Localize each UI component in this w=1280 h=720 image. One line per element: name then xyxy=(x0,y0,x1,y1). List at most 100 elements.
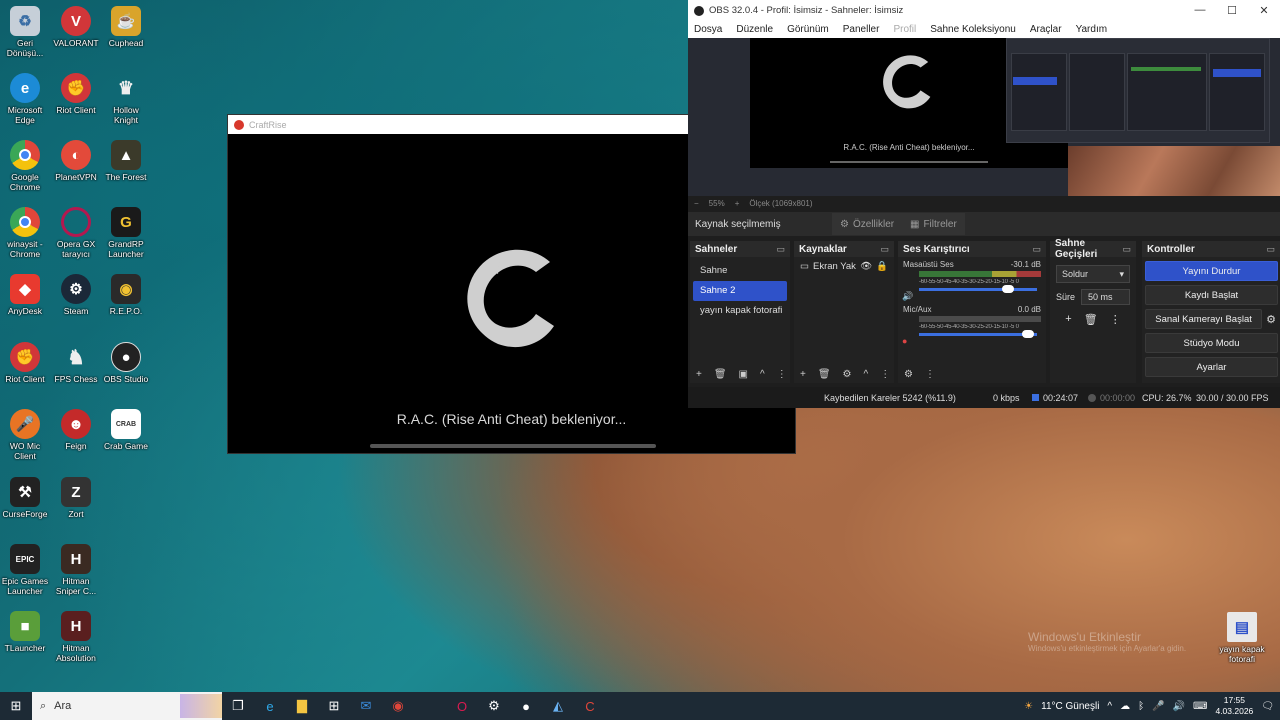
start-recording-button[interactable]: Kaydı Başlat xyxy=(1145,285,1278,305)
lock-icon[interactable]: 🔒 xyxy=(876,261,888,272)
properties-button[interactable]: ⚙ Özellikler xyxy=(832,213,903,235)
add-icon[interactable]: + xyxy=(1065,313,1071,326)
language-icon[interactable]: ⌨ xyxy=(1193,701,1207,712)
steam-icon[interactable]: ⚙ xyxy=(478,692,510,720)
dock-options-icon[interactable]: ▭ xyxy=(1122,244,1131,255)
minimize-button[interactable]: — xyxy=(1184,4,1216,17)
slider-knob[interactable] xyxy=(1002,285,1014,293)
dock-options-icon[interactable]: ▭ xyxy=(1266,244,1275,255)
speaker-icon[interactable]: 🔊 xyxy=(902,291,913,302)
desktop-icon-grandrp[interactable]: G GrandRP Launcher xyxy=(101,205,151,269)
trash-icon[interactable]: 🗑 xyxy=(714,369,727,380)
desktop-icon-riot-client[interactable]: ✊ Riot Client xyxy=(0,340,50,404)
more-icon[interactable]: ⋮ xyxy=(925,369,935,380)
desktop-icon-anydesk[interactable]: ◆ AnyDesk xyxy=(0,272,50,336)
add-icon[interactable]: + xyxy=(800,369,806,380)
volume-slider[interactable] xyxy=(919,330,1037,338)
transition-type-select[interactable]: Soldur ▾ xyxy=(1056,265,1130,283)
notifications-icon[interactable]: 🗨 xyxy=(1261,701,1274,712)
edge-icon[interactable]: e xyxy=(254,692,286,720)
zoom-out-button[interactable]: − xyxy=(694,199,699,208)
chrome-icon[interactable]: ◉ xyxy=(382,692,414,720)
filter-icon[interactable]: ▣ xyxy=(739,369,748,380)
craftrise-taskbar-icon[interactable]: C xyxy=(574,692,606,720)
desktop-icon-fps-chess[interactable]: ♞ FPS Chess xyxy=(51,340,101,404)
weather-text[interactable]: 11°C Güneşli xyxy=(1041,701,1099,712)
gear-icon[interactable]: ⚙ xyxy=(843,369,852,380)
desktop-icon-chrome[interactable]: Google Chrome xyxy=(0,138,50,202)
menu-profil[interactable]: Profil xyxy=(893,24,916,35)
trash-icon[interactable]: 🗑 xyxy=(1084,313,1098,326)
desktop-icon-riot-client-2[interactable]: ✊ Riot Client xyxy=(51,71,101,135)
taskbar-search[interactable]: ⌕ Ara xyxy=(32,692,222,720)
desktop-icon-wo-mic[interactable]: 🎤 WO Mic Client xyxy=(0,407,50,471)
menu-gorunum[interactable]: Görünüm xyxy=(787,24,829,35)
muted-mic-icon[interactable]: ● xyxy=(902,336,907,346)
start-virtual-camera-button[interactable]: Sanal Kamerayı Başlat xyxy=(1145,309,1263,329)
slider-knob[interactable] xyxy=(1022,330,1034,338)
move-up-icon[interactable]: ^ xyxy=(760,369,765,380)
more-icon[interactable]: ⋮ xyxy=(777,369,787,380)
desktop-icon-steam[interactable]: ⚙ Steam xyxy=(51,272,101,336)
settings-button[interactable]: Ayarlar xyxy=(1145,357,1278,377)
desktop-icon-planetvpn[interactable]: ◐ PlanetVPN xyxy=(51,138,101,202)
obs-window[interactable]: OBS 32.0.4 - Profil: İsimsiz - Sahneler:… xyxy=(688,0,1280,408)
dock-options-icon[interactable]: ▭ xyxy=(880,244,889,255)
game-launcher-icon[interactable]: ◭ xyxy=(542,692,574,720)
desktop-icon-recycle-bin[interactable]: ♻ Geri Dönüşü... xyxy=(0,4,50,68)
speaker-icon[interactable]: 🔊 xyxy=(1173,701,1185,712)
desktop-icon-opera-gx[interactable]: Opera GX tarayıcı xyxy=(51,205,101,269)
obs-icon[interactable]: ● xyxy=(510,692,542,720)
mail-icon[interactable]: ✉ xyxy=(350,692,382,720)
source-item[interactable]: ▭ Ekran Yak 👁 🔒 xyxy=(794,257,894,276)
desktop-icon-obs-studio[interactable]: ● OBS Studio xyxy=(101,340,151,404)
chevron-up-icon[interactable]: ^ xyxy=(1107,701,1112,712)
obs-titlebar[interactable]: OBS 32.0.4 - Profil: İsimsiz - Sahneler:… xyxy=(688,0,1280,21)
file-explorer-icon[interactable]: ▇ xyxy=(286,692,318,720)
desktop-icon-hitman-sniper[interactable]: H Hitman Sniper C... xyxy=(51,542,101,606)
scene-item[interactable]: yayın kapak fotorafi xyxy=(693,301,787,321)
scene-item-selected[interactable]: Sahne 2 xyxy=(693,281,787,301)
desktop-icon-curseforge[interactable]: ⚒ CurseForge xyxy=(0,475,50,539)
add-icon[interactable]: + xyxy=(696,369,702,380)
opera-gx-icon[interactable]: O xyxy=(446,692,478,720)
desktop-icon-hollow-knight[interactable]: ♛ Hollow Knight xyxy=(101,71,151,135)
microphone-icon[interactable]: 🎤 xyxy=(1152,701,1164,712)
menu-sahne-koleksiyonu[interactable]: Sahne Koleksiyonu xyxy=(930,24,1016,35)
menu-dosya[interactable]: Dosya xyxy=(694,24,722,35)
advanced-audio-icon[interactable]: ⚙ xyxy=(904,369,913,380)
desktop-icon-edge[interactable]: e Microsoft Edge xyxy=(0,71,50,135)
menu-araclar[interactable]: Araçlar xyxy=(1030,24,1062,35)
microsoft-store-icon[interactable]: ⊞ xyxy=(318,692,350,720)
desktop-icon-feign[interactable]: ☻ Feign xyxy=(51,407,101,471)
dock-options-icon[interactable]: ▭ xyxy=(1032,244,1041,255)
eye-icon[interactable]: 👁 xyxy=(860,261,872,272)
clock[interactable]: 17:55 4.03.2026 xyxy=(1215,695,1253,717)
desktop-icon-valorant[interactable]: V VALORANT xyxy=(51,4,101,68)
studio-mode-button[interactable]: Stüdyo Modu xyxy=(1145,333,1278,353)
start-button[interactable]: ⊞ xyxy=(0,692,32,720)
bluetooth-icon[interactable]: ᛒ xyxy=(1138,701,1144,712)
zoom-in-button[interactable]: + xyxy=(735,199,740,208)
desktop-icon-epic-games[interactable]: EPIC Epic Games Launcher xyxy=(0,542,50,606)
menu-duzenle[interactable]: Düzenle xyxy=(736,24,773,35)
network-icon[interactable]: ☁ xyxy=(1120,701,1130,712)
desktop-icon-the-forest[interactable]: ▲ The Forest xyxy=(101,138,151,202)
task-view-icon[interactable]: ❐ xyxy=(222,692,254,720)
menu-yardim[interactable]: Yardım xyxy=(1076,24,1108,35)
volume-slider[interactable] xyxy=(919,285,1037,293)
desktop-icon-hitman-absolution[interactable]: H Hitman Absolution xyxy=(51,609,101,673)
stop-stream-button[interactable]: Yayını Durdur xyxy=(1145,261,1278,281)
close-button[interactable]: ✕ xyxy=(1248,4,1280,17)
dock-options-icon[interactable]: ▭ xyxy=(776,244,785,255)
filters-button[interactable]: ▦ Filtreler xyxy=(902,213,965,235)
desktop-icon-cuphead[interactable]: ☕ Cuphead xyxy=(101,4,151,68)
more-icon[interactable]: ⋮ xyxy=(880,369,890,380)
desktop-icon-zort[interactable]: Z Zort xyxy=(51,475,101,539)
duration-input[interactable]: 50 ms xyxy=(1081,289,1130,305)
obs-preview[interactable]: R.A.C. (Rise Anti Cheat) bekleniyor... xyxy=(688,38,1280,196)
more-icon[interactable]: ⋮ xyxy=(1110,313,1121,326)
desktop-icon-crab-game[interactable]: CRAB Crab Game xyxy=(101,407,151,471)
desktop-icon-cover-photo[interactable]: ▤ yayın kapak fotorafi xyxy=(1216,610,1268,674)
trash-icon[interactable]: 🗑 xyxy=(818,369,831,380)
